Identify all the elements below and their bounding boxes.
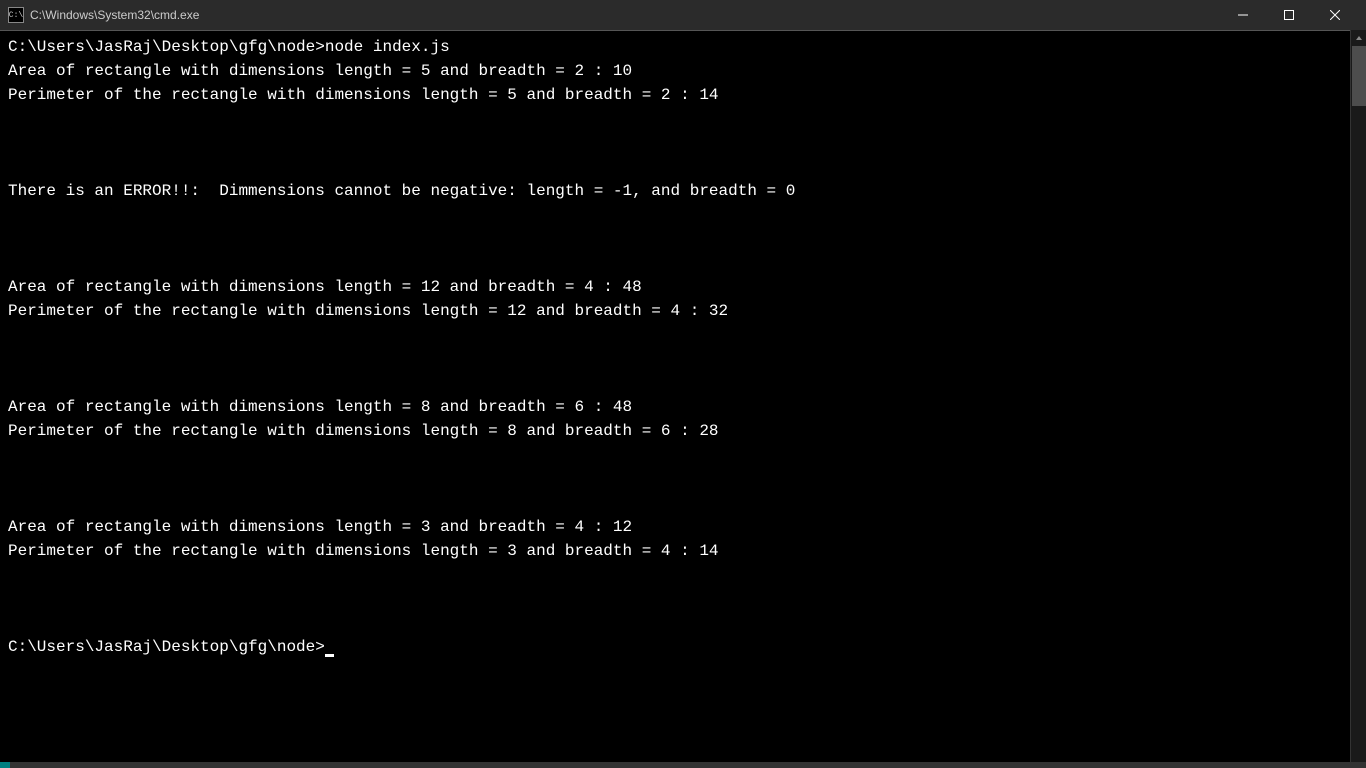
terminal-line: C:\Users\JasRaj\Desktop\gfg\node>node in… [8, 38, 450, 56]
terminal-line: Perimeter of the rectangle with dimensio… [8, 86, 719, 104]
terminal-line: There is an ERROR!!: Dimmensions cannot … [8, 182, 795, 200]
terminal-line: Area of rectangle with dimensions length… [8, 278, 642, 296]
cmd-icon: C:\ [8, 7, 24, 23]
scroll-thumb[interactable] [1352, 46, 1366, 106]
terminal-line: Area of rectangle with dimensions length… [8, 518, 632, 536]
terminal-line: Perimeter of the rectangle with dimensio… [8, 542, 719, 560]
terminal-line: Perimeter of the rectangle with dimensio… [8, 302, 728, 320]
terminal-prompt: C:\Users\JasRaj\Desktop\gfg\node> [8, 638, 325, 656]
vertical-scrollbar[interactable] [1350, 30, 1366, 768]
window-controls [1220, 0, 1358, 30]
minimize-button[interactable] [1220, 0, 1266, 30]
window-title-bar[interactable]: C:\ C:\Windows\System32\cmd.exe [0, 0, 1366, 30]
close-button[interactable] [1312, 0, 1358, 30]
maximize-button[interactable] [1266, 0, 1312, 30]
terminal-container: C:\Users\JasRaj\Desktop\gfg\node>node in… [0, 30, 1366, 768]
terminal-line: Area of rectangle with dimensions length… [8, 398, 632, 416]
terminal-line: Perimeter of the rectangle with dimensio… [8, 422, 719, 440]
taskbar-edge [0, 762, 1366, 768]
window-title: C:\Windows\System32\cmd.exe [30, 8, 1220, 22]
scroll-up-arrow-icon[interactable] [1351, 30, 1366, 46]
terminal-line: Area of rectangle with dimensions length… [8, 62, 632, 80]
cursor-icon [325, 654, 334, 657]
terminal-output[interactable]: C:\Users\JasRaj\Desktop\gfg\node>node in… [0, 30, 1350, 768]
